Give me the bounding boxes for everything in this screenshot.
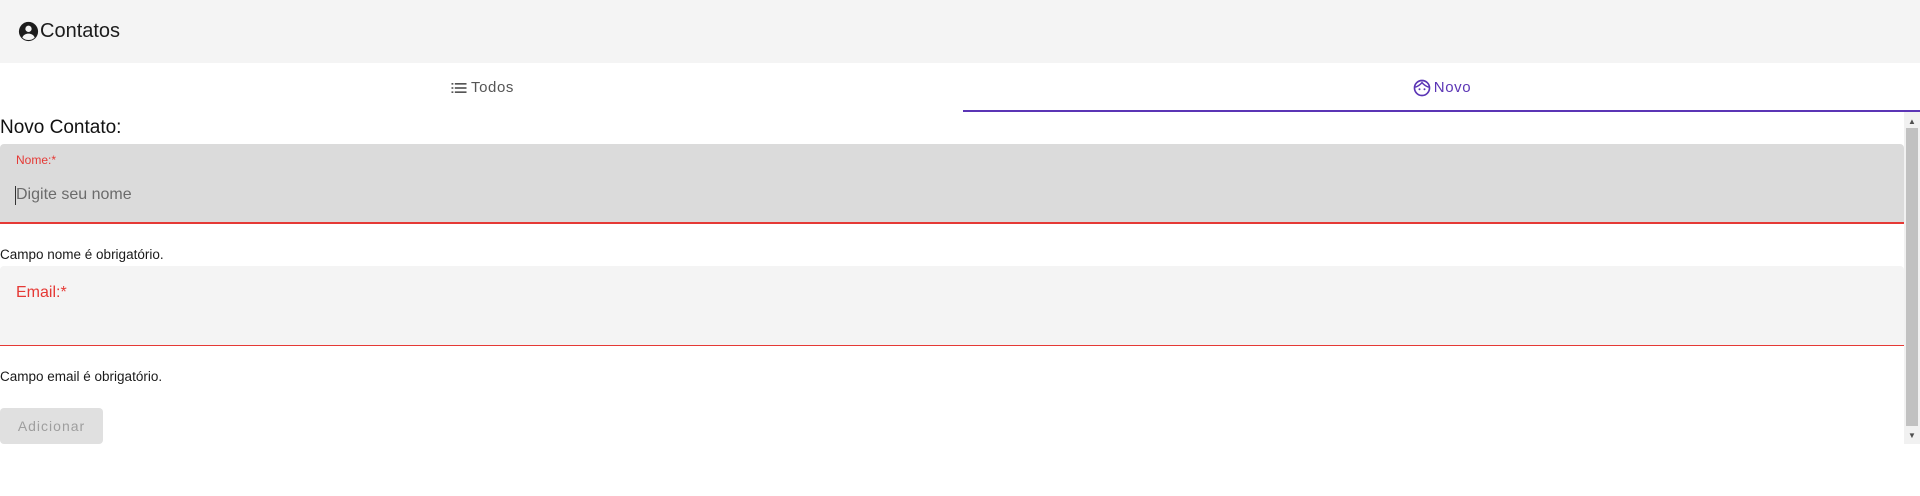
tab-novo[interactable]: Novo — [963, 63, 1920, 112]
face-icon — [1412, 78, 1432, 98]
email-input[interactable] — [16, 310, 1886, 334]
email-field[interactable]: Email:* — [0, 266, 1904, 346]
scroll-down-icon[interactable]: ▼ — [1904, 428, 1920, 442]
tab-todos-label: Todos — [470, 79, 515, 96]
email-label: Email:* — [16, 284, 67, 301]
form-title: Novo Contato: — [0, 117, 122, 138]
name-error-text: Campo nome é obrigatório. — [0, 247, 164, 262]
tab-bar: Todos Novo — [0, 63, 1920, 112]
new-contact-form: Novo Contato: Nome:* Campo nome é obriga… — [0, 112, 1904, 444]
tab-todos[interactable]: Todos — [0, 63, 963, 112]
add-button[interactable]: Adicionar — [0, 408, 103, 444]
app-toolbar: Contatos — [0, 0, 1920, 63]
name-field[interactable]: Nome:* — [0, 144, 1904, 224]
scroll-up-icon[interactable]: ▲ — [1904, 114, 1920, 128]
list-icon — [449, 78, 469, 98]
name-input[interactable] — [16, 183, 1886, 207]
name-label: Nome:* — [16, 153, 57, 167]
tab-novo-label: Novo — [1433, 79, 1472, 96]
email-error-text: Campo email é obrigatório. — [0, 369, 163, 384]
app-title: Contatos — [40, 20, 121, 42]
scrollbar-thumb[interactable] — [1906, 128, 1918, 426]
account-circle-icon — [17, 20, 40, 43]
vertical-scrollbar[interactable]: ▲ ▼ — [1904, 112, 1920, 444]
